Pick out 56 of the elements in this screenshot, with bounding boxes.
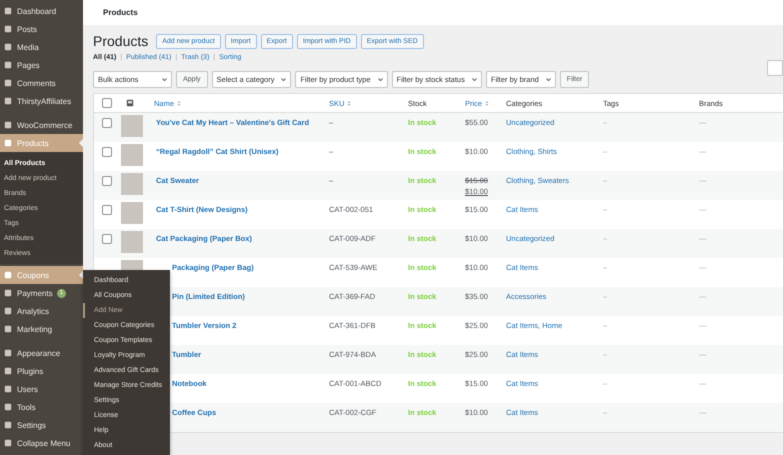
photo-placeholder <box>121 144 143 166</box>
image-icon <box>126 99 134 107</box>
chevron-down-icon <box>544 76 552 83</box>
chevron-down-icon <box>376 76 384 83</box>
select-all-checkbox[interactable] <box>102 98 112 108</box>
menu-icon <box>4 367 12 375</box>
menu-item[interactable]: ThirstyAffiliates <box>0 92 83 110</box>
menu-icon <box>4 25 12 33</box>
menu-icon <box>4 139 12 147</box>
chevron-down-icon <box>470 76 478 83</box>
menu-icon <box>4 7 12 15</box>
menu-item[interactable]: Plugins <box>0 362 83 380</box>
menu-icon <box>4 43 12 51</box>
photo-placeholder <box>121 231 143 253</box>
menu-item[interactable]: Users <box>0 380 83 398</box>
row-checkbox[interactable] <box>102 118 112 128</box>
row-checkbox[interactable] <box>102 176 112 186</box>
sort-icon <box>346 100 352 106</box>
menu-item[interactable]: Pages <box>0 56 83 74</box>
chevron-down-icon <box>161 76 168 83</box>
menu-icon <box>4 289 12 297</box>
photo-placeholder <box>121 202 143 224</box>
menu-icon <box>4 97 12 105</box>
menu-item[interactable]: Dashboard <box>0 2 83 20</box>
menu-item[interactable]: Tools <box>0 398 83 416</box>
menu-item[interactable]: Comments <box>0 74 83 92</box>
menu-item[interactable]: Analytics <box>0 302 83 320</box>
sort-icon <box>484 100 490 106</box>
menu-icon <box>4 79 12 87</box>
sort-icon <box>176 100 182 106</box>
menu-icon <box>4 349 12 357</box>
menu-item[interactable]: Media <box>0 38 83 56</box>
photo-placeholder <box>121 173 143 195</box>
menu-icon <box>4 325 12 333</box>
menu-icon <box>4 439 12 447</box>
chevron-down-icon <box>280 76 288 83</box>
menu-icon <box>4 271 12 279</box>
row-checkbox[interactable] <box>102 205 112 215</box>
menu-item[interactable]: Marketing <box>0 320 83 338</box>
menu-item[interactable]: WooCommerce <box>0 116 83 134</box>
row-checkbox[interactable] <box>102 234 112 244</box>
menu-icon <box>4 385 12 393</box>
menu-icon <box>4 307 12 315</box>
menu-item[interactable]: Posts <box>0 20 83 38</box>
row-checkbox[interactable] <box>102 147 112 157</box>
menu-item[interactable]: Settings <box>0 416 83 434</box>
menu-item[interactable]: Collapse Menu <box>0 434 83 452</box>
menu-icon <box>4 121 12 129</box>
menu-item[interactable]: Appearance <box>0 344 83 362</box>
page-title: Products <box>93 33 148 49</box>
photo-placeholder <box>121 115 143 137</box>
menu-icon <box>4 421 12 429</box>
search-field[interactable] <box>767 60 783 76</box>
menu-icon <box>4 61 12 69</box>
menu-icon <box>4 403 12 411</box>
top-bar-title: Products <box>103 8 138 17</box>
